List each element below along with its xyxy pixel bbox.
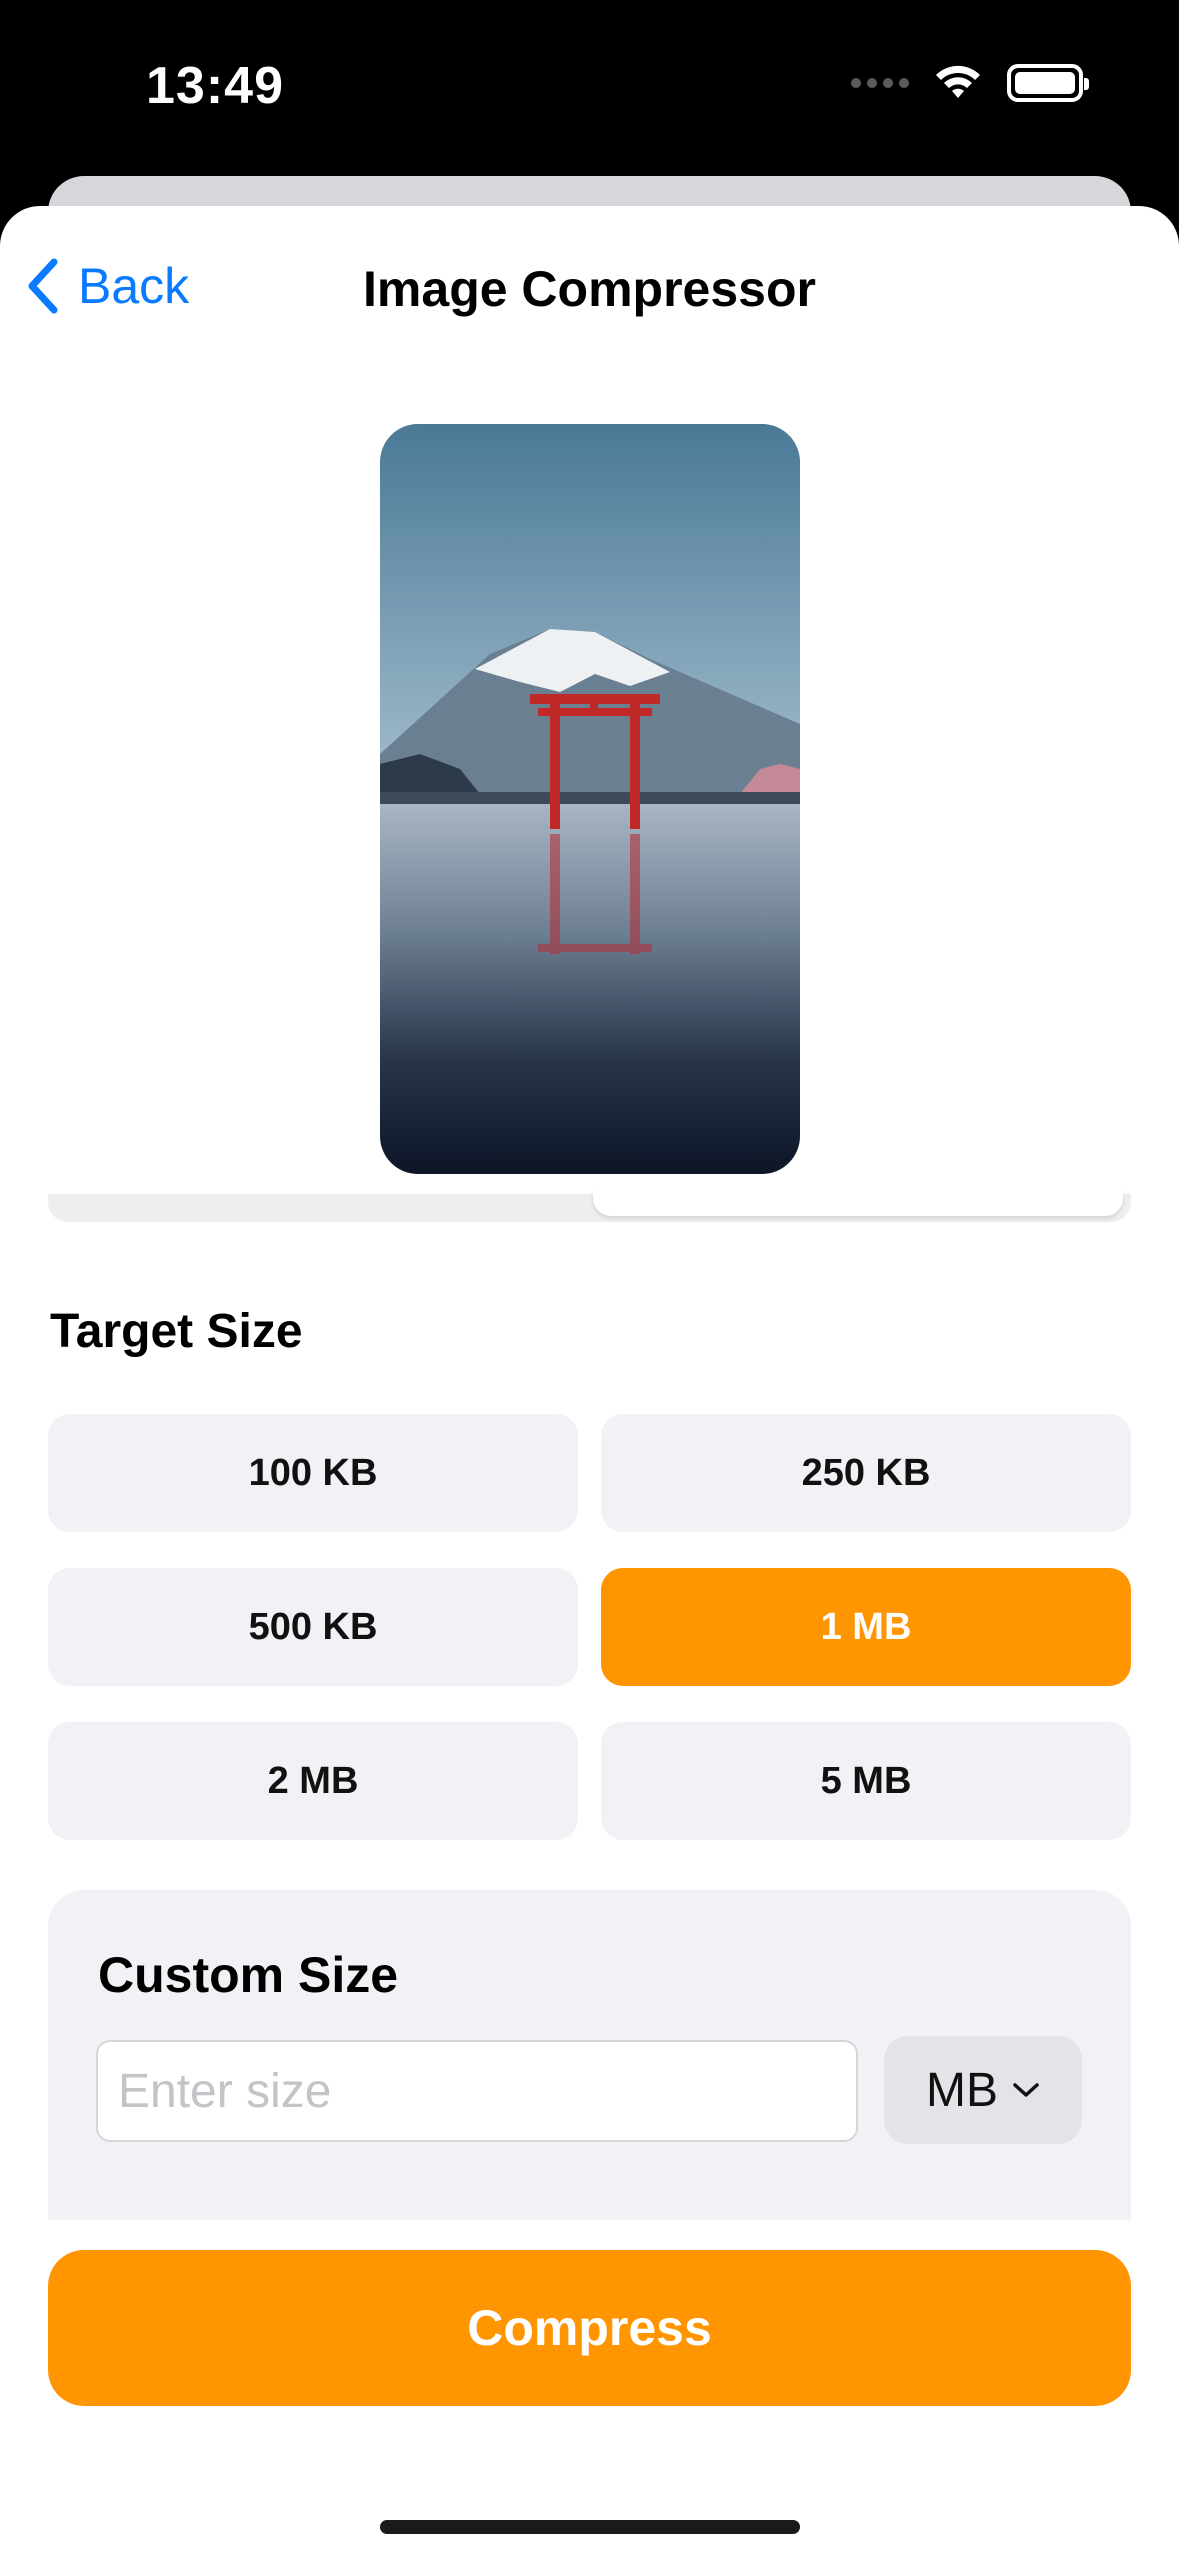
size-option-500kb[interactable]: 500 KB — [48, 1568, 578, 1686]
home-indicator — [380, 2520, 800, 2534]
status-indicators — [851, 64, 1089, 102]
custom-size-card: Custom Size MB — [48, 1890, 1131, 2220]
segmented-control[interactable] — [48, 1188, 1131, 1222]
size-option-100kb[interactable]: 100 KB — [48, 1414, 578, 1532]
custom-size-heading: Custom Size — [98, 1947, 399, 2003]
size-option-250kb[interactable]: 250 KB — [601, 1414, 1131, 1532]
compress-button[interactable]: Compress — [48, 2250, 1131, 2406]
size-option-2mb[interactable]: 2 MB — [48, 1722, 578, 1840]
image-preview — [380, 424, 800, 1174]
page-title: Image Compressor — [363, 261, 816, 317]
torii-gate-photo — [380, 424, 800, 1174]
custom-size-input[interactable] — [96, 2040, 858, 2142]
wifi-icon — [936, 65, 980, 98]
battery-icon — [1007, 64, 1089, 102]
unit-dropdown[interactable]: MB — [884, 2036, 1082, 2144]
target-size-options: 100 KB 250 KB 500 KB 1 MB 2 MB 5 MB — [48, 1414, 1131, 1840]
size-option-5mb[interactable]: 5 MB — [601, 1722, 1131, 1840]
status-bar: 13:49 — [0, 0, 1179, 176]
cellular-signal-icon — [851, 78, 909, 88]
unit-selected-label: MB — [926, 2063, 998, 2117]
size-option-1mb[interactable]: 1 MB — [601, 1568, 1131, 1686]
segment-selected[interactable] — [593, 1188, 1123, 1216]
target-size-heading: Target Size — [50, 1305, 303, 1358]
compressor-sheet: Back Image Compressor Target Size 100 KB… — [0, 206, 1179, 2556]
status-time: 13:49 — [146, 57, 284, 115]
chevron-down-icon — [1013, 2083, 1039, 2097]
